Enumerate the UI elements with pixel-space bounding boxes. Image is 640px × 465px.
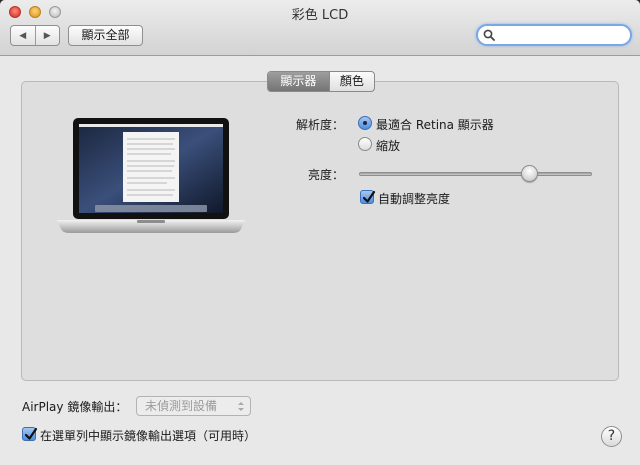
airplay-device-popup[interactable]: 未偵測到設備 xyxy=(136,396,251,416)
tab-display[interactable]: 顯示器 xyxy=(268,72,329,91)
help-button[interactable]: ? xyxy=(601,426,622,447)
macbook-display-icon xyxy=(57,118,245,233)
auto-brightness-checkbox[interactable] xyxy=(360,190,376,204)
show-all-button[interactable]: 顯示全部 xyxy=(68,25,143,46)
chevron-right-icon: ▶ xyxy=(43,30,51,41)
tab-bar: 顯示器 顏色 xyxy=(267,71,375,92)
airplay-label: AirPlay 鏡像輸出： xyxy=(22,400,128,414)
resolution-retina-label: 最適合 Retina 顯示器 xyxy=(376,118,494,132)
tab-color[interactable]: 顏色 xyxy=(328,72,374,91)
brightness-slider-track[interactable] xyxy=(359,172,592,176)
search-icon xyxy=(483,29,495,41)
back-forward-control: ◀ ▶ xyxy=(10,25,60,46)
brightness-slider-knob[interactable] xyxy=(521,165,538,182)
forward-button[interactable]: ▶ xyxy=(34,26,60,45)
checkmark-icon xyxy=(362,190,376,203)
title-bar: 彩色 LCD ◀ ▶ 顯示全部 xyxy=(0,0,640,56)
show-mirroring-menu-checkbox[interactable] xyxy=(22,427,38,441)
resolution-scaled-label: 縮放 xyxy=(376,139,401,153)
search-field[interactable] xyxy=(476,24,632,46)
preferences-window: 彩色 LCD ◀ ▶ 顯示全部 顯示器 顏色 解析度： 最適合 Retina 顯… xyxy=(0,0,640,465)
show-mirroring-menu-label: 在選單列中顯示鏡像輸出選項（可用時） xyxy=(40,429,257,443)
chevron-left-icon: ◀ xyxy=(19,30,27,41)
auto-brightness-label: 自動調整亮度 xyxy=(378,192,451,206)
resolution-scaled-radio[interactable] xyxy=(358,137,372,151)
updown-arrows-icon xyxy=(238,402,244,411)
resolution-label: 解析度： xyxy=(295,118,344,132)
back-button[interactable]: ◀ xyxy=(11,26,35,45)
brightness-label: 亮度： xyxy=(307,168,344,182)
airplay-device-value: 未偵測到設備 xyxy=(145,399,218,413)
resolution-retina-radio[interactable] xyxy=(358,116,372,130)
checkmark-icon xyxy=(24,427,38,440)
window-title: 彩色 LCD xyxy=(291,8,349,23)
